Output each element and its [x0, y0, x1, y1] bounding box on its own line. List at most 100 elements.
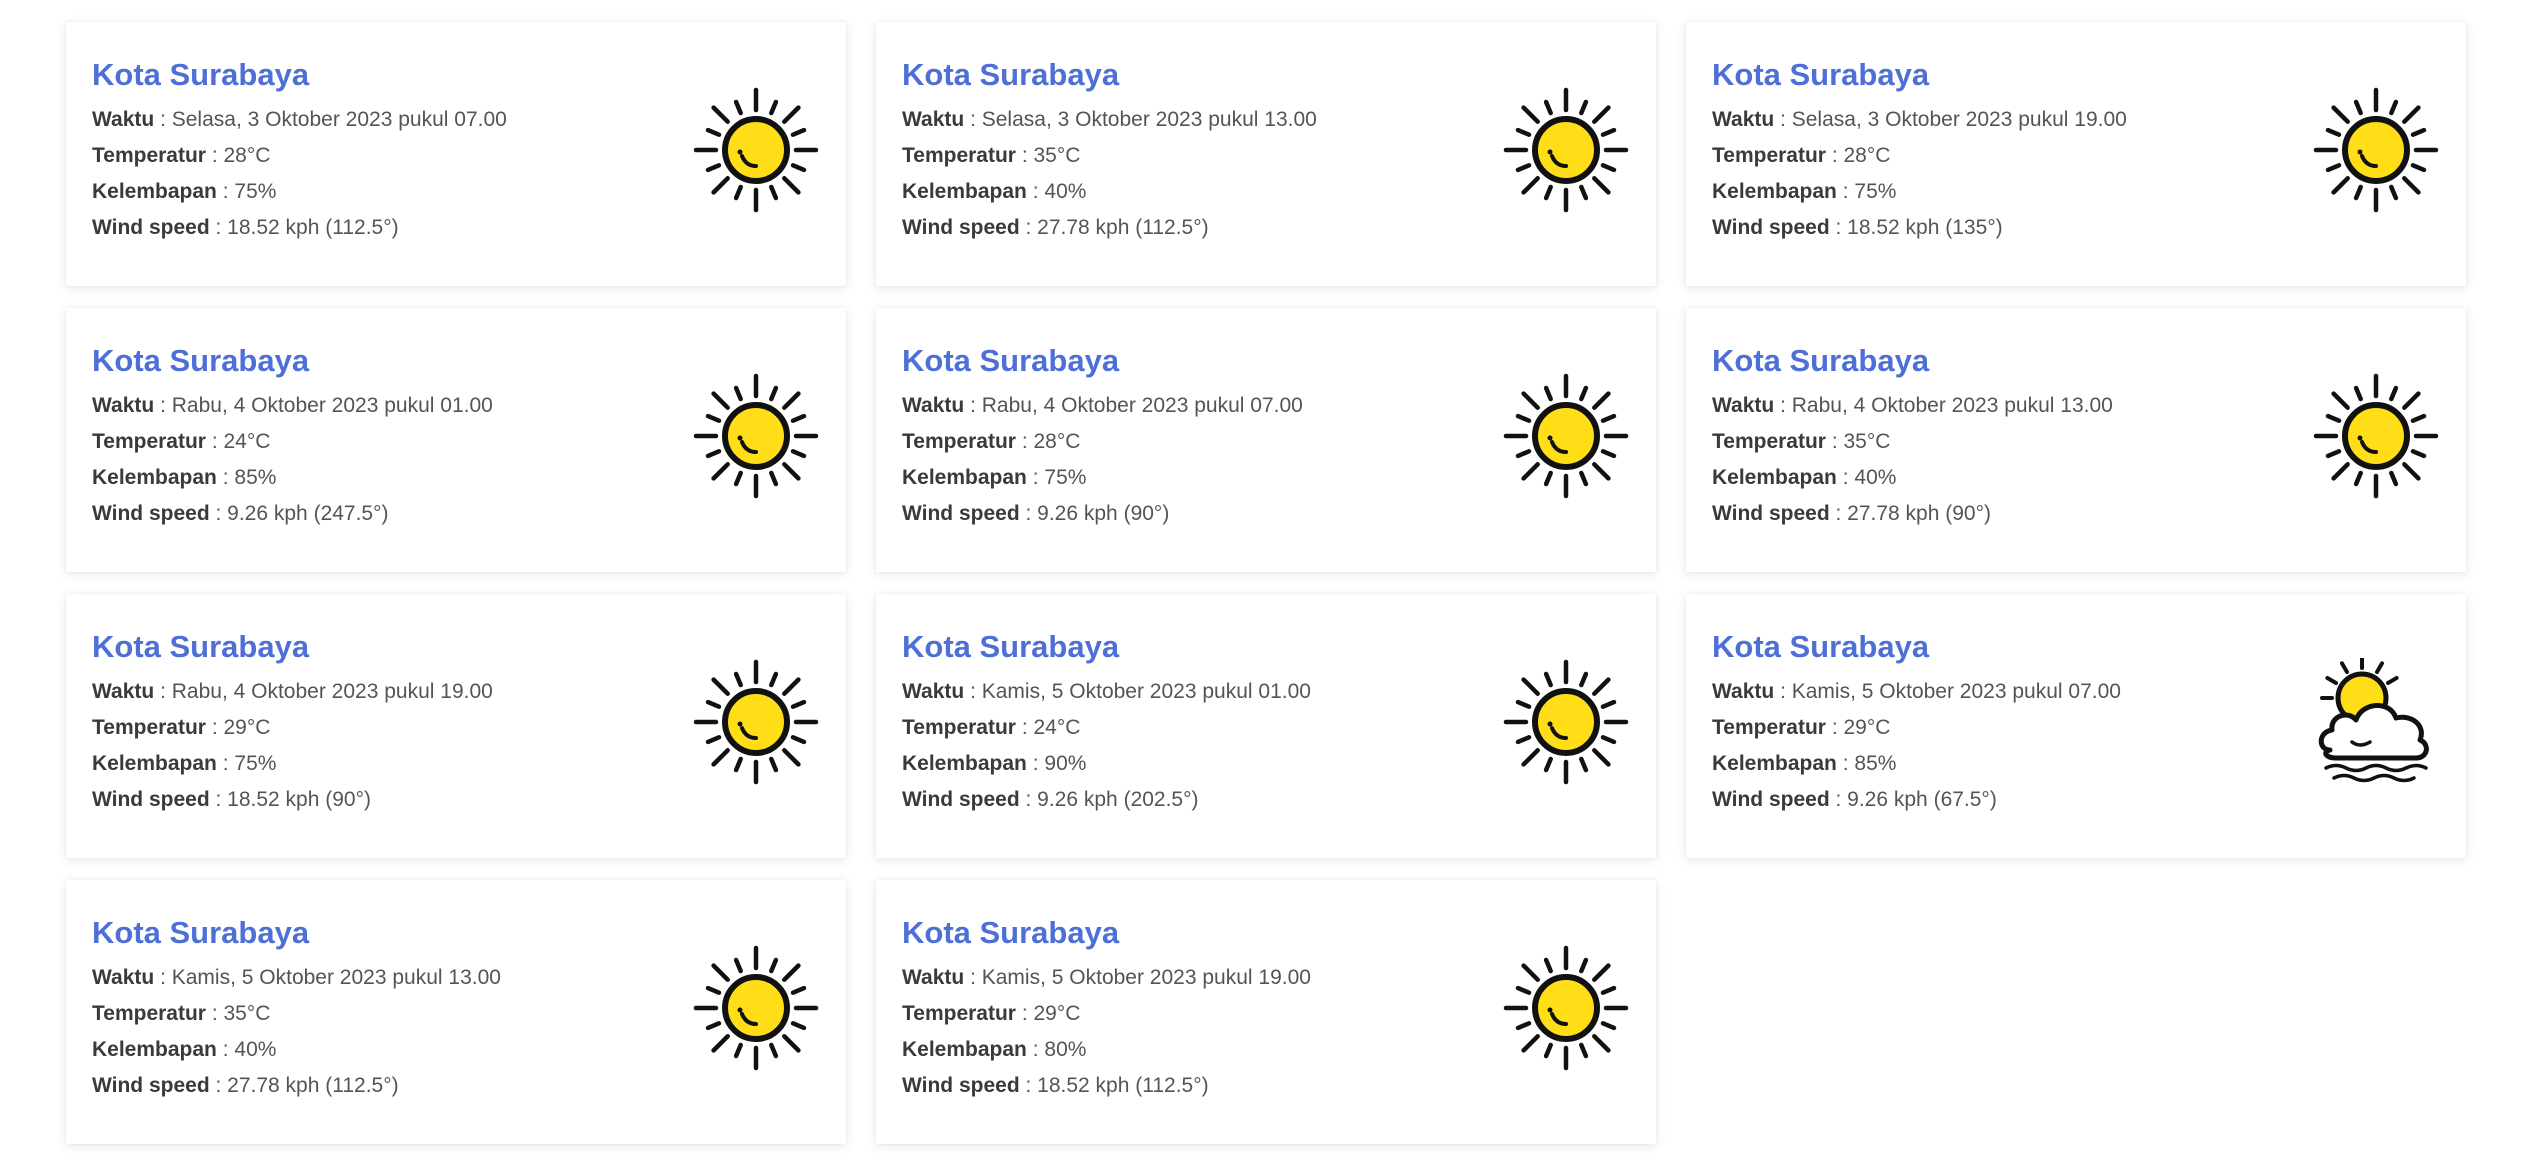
sun-icon — [1502, 372, 1630, 500]
sun-icon — [2312, 372, 2440, 500]
wind-value: 9.26 kph (247.5°) — [227, 502, 389, 526]
wind-row: Wind speed : 18.52 kph (112.5°) — [92, 216, 399, 240]
time-label: Waktu — [1712, 108, 1775, 132]
forecast-card: Kota Surabaya Waktu : Rabu, 4 Oktober 20… — [1686, 308, 2466, 572]
time-value: Kamis, 5 Oktober 2023 pukul 01.00 — [981, 680, 1311, 704]
temperature-label: Temperatur — [902, 1002, 1016, 1026]
sun-icon — [692, 86, 820, 214]
humidity-value: 85% — [234, 466, 277, 490]
temperature-value: 28°C — [1843, 144, 1891, 168]
wind-row: Wind speed : 9.26 kph (247.5°) — [92, 502, 389, 526]
humidity-label: Kelembapan — [1712, 466, 1837, 490]
forecast-card: Kota Surabaya Waktu : Kamis, 5 Oktober 2… — [1686, 594, 2466, 858]
wind-row: Wind speed : 27.78 kph (112.5°) — [92, 1074, 399, 1098]
temperature-label: Temperatur — [92, 1002, 206, 1026]
wind-value: 9.26 kph (90°) — [1037, 502, 1170, 526]
humidity-label: Kelembapan — [902, 180, 1027, 204]
time-value: Selasa, 3 Oktober 2023 pukul 19.00 — [1791, 108, 2127, 132]
wind-label: Wind speed — [902, 1074, 1020, 1098]
sun-icon — [692, 658, 820, 786]
time-label: Waktu — [92, 680, 155, 704]
forecast-card: Kota Surabaya Waktu : Kamis, 5 Oktober 2… — [876, 880, 1656, 1144]
humidity-label: Kelembapan — [92, 752, 217, 776]
humidity-value: 80% — [1044, 1038, 1087, 1062]
wind-label: Wind speed — [92, 1074, 210, 1098]
wind-value: 27.78 kph (112.5°) — [1037, 216, 1209, 240]
wind-label: Wind speed — [902, 788, 1020, 812]
temperature-value: 29°C — [223, 716, 271, 740]
wind-value: 9.26 kph (67.5°) — [1847, 788, 1997, 812]
cloudy-sun-icon — [2312, 658, 2440, 786]
wind-value: 18.52 kph (90°) — [227, 788, 371, 812]
humidity-value: 75% — [1044, 466, 1087, 490]
wind-label: Wind speed — [92, 216, 210, 240]
forecast-card: Kota Surabaya Waktu : Kamis, 5 Oktober 2… — [876, 594, 1656, 858]
humidity-label: Kelembapan — [92, 466, 217, 490]
time-value: Selasa, 3 Oktober 2023 pukul 07.00 — [171, 108, 507, 132]
humidity-value: 75% — [234, 180, 277, 204]
humidity-value: 90% — [1044, 752, 1087, 776]
time-value: Selasa, 3 Oktober 2023 pukul 13.00 — [981, 108, 1317, 132]
humidity-label: Kelembapan — [92, 180, 217, 204]
time-value: Rabu, 4 Oktober 2023 pukul 07.00 — [981, 394, 1303, 418]
time-label: Waktu — [92, 394, 155, 418]
humidity-label: Kelembapan — [1712, 180, 1837, 204]
temperature-label: Temperatur — [92, 716, 206, 740]
wind-row: Wind speed : 9.26 kph (202.5°) — [902, 788, 1199, 812]
temperature-value: 29°C — [1843, 716, 1891, 740]
temperature-value: 28°C — [1033, 430, 1081, 454]
time-label: Waktu — [92, 966, 155, 990]
temperature-value: 35°C — [223, 1002, 271, 1026]
wind-value: 18.52 kph (112.5°) — [227, 216, 399, 240]
wind-value: 9.26 kph (202.5°) — [1037, 788, 1199, 812]
temperature-label: Temperatur — [902, 430, 1016, 454]
sun-icon — [1502, 944, 1630, 1072]
forecast-card: Kota Surabaya Waktu : Rabu, 4 Oktober 20… — [66, 308, 846, 572]
humidity-label: Kelembapan — [1712, 752, 1837, 776]
wind-value: 18.52 kph (112.5°) — [1037, 1074, 1209, 1098]
temperature-label: Temperatur — [1712, 430, 1826, 454]
sun-icon — [692, 372, 820, 500]
wind-value: 27.78 kph (112.5°) — [227, 1074, 399, 1098]
forecast-card: Kota Surabaya Waktu : Selasa, 3 Oktober … — [876, 22, 1656, 286]
temperature-label: Temperatur — [92, 430, 206, 454]
forecast-card: Kota Surabaya Waktu : Kamis, 5 Oktober 2… — [66, 880, 846, 1144]
wind-row: Wind speed : 18.52 kph (112.5°) — [902, 1074, 1209, 1098]
sun-icon — [692, 944, 820, 1072]
humidity-value: 40% — [1854, 466, 1897, 490]
time-label: Waktu — [902, 680, 965, 704]
wind-label: Wind speed — [92, 502, 210, 526]
humidity-label: Kelembapan — [902, 466, 1027, 490]
forecast-card: Kota Surabaya Waktu : Selasa, 3 Oktober … — [1686, 22, 2466, 286]
wind-value: 27.78 kph (90°) — [1847, 502, 1991, 526]
forecast-card: Kota Surabaya Waktu : Rabu, 4 Oktober 20… — [876, 308, 1656, 572]
temperature-label: Temperatur — [92, 144, 206, 168]
wind-row: Wind speed : 9.26 kph (90°) — [902, 502, 1170, 526]
time-value: Rabu, 4 Oktober 2023 pukul 01.00 — [171, 394, 493, 418]
wind-label: Wind speed — [1712, 502, 1830, 526]
time-label: Waktu — [1712, 680, 1775, 704]
sun-icon — [1502, 86, 1630, 214]
wind-row: Wind speed : 27.78 kph (90°) — [1712, 502, 1991, 526]
time-value: Rabu, 4 Oktober 2023 pukul 13.00 — [1791, 394, 2113, 418]
wind-value: 18.52 kph (135°) — [1847, 216, 2003, 240]
temperature-label: Temperatur — [902, 716, 1016, 740]
time-label: Waktu — [902, 966, 965, 990]
forecast-card: Kota Surabaya Waktu : Selasa, 3 Oktober … — [66, 22, 846, 286]
humidity-value: 75% — [234, 752, 277, 776]
temperature-value: 28°C — [223, 144, 271, 168]
wind-label: Wind speed — [92, 788, 210, 812]
humidity-value: 75% — [1854, 180, 1897, 204]
temperature-value: 24°C — [1033, 716, 1081, 740]
temperature-value: 24°C — [223, 430, 271, 454]
time-label: Waktu — [1712, 394, 1775, 418]
wind-row: Wind speed : 27.78 kph (112.5°) — [902, 216, 1209, 240]
forecast-grid: Kota Surabaya Waktu : Selasa, 3 Oktober … — [0, 0, 2530, 1163]
wind-row: Wind speed : 18.52 kph (135°) — [1712, 216, 2003, 240]
temperature-value: 35°C — [1033, 144, 1081, 168]
time-value: Rabu, 4 Oktober 2023 pukul 19.00 — [171, 680, 493, 704]
humidity-value: 40% — [1044, 180, 1087, 204]
humidity-value: 40% — [234, 1038, 277, 1062]
sun-icon — [1502, 658, 1630, 786]
sun-icon — [2312, 86, 2440, 214]
